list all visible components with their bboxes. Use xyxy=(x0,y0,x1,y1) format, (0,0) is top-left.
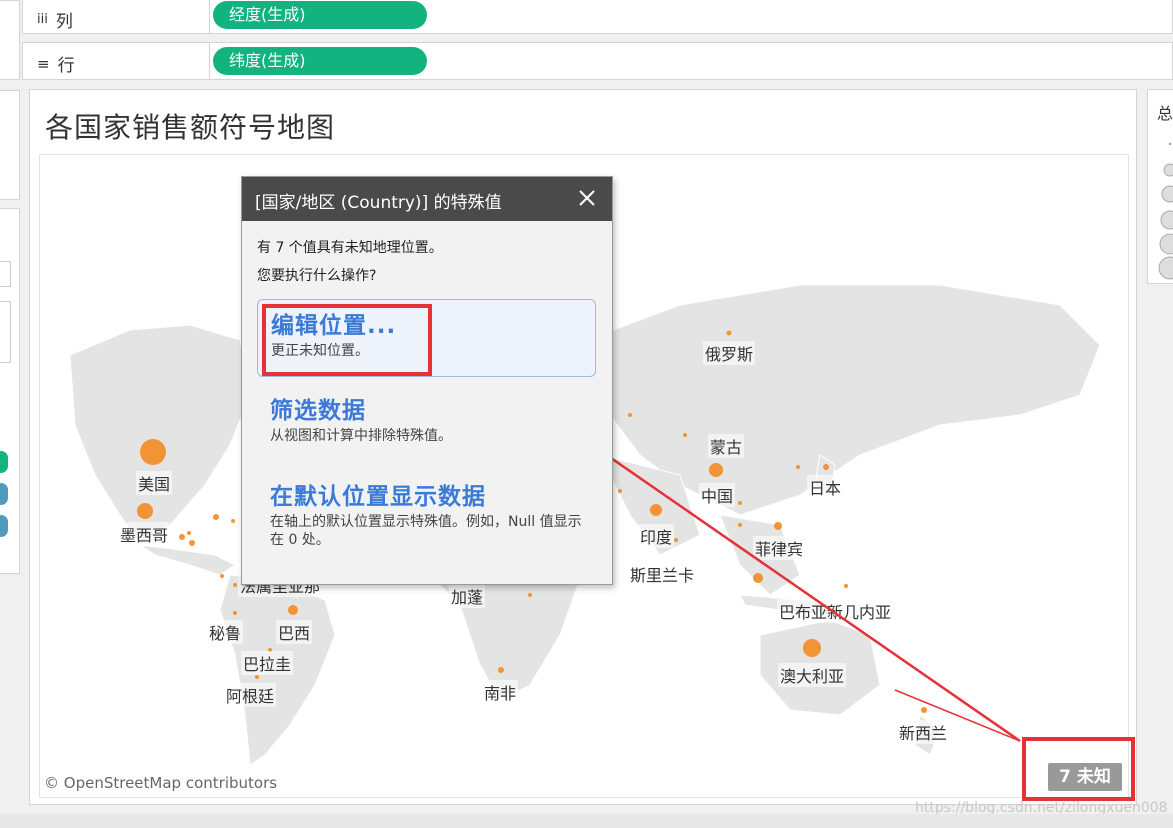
show-default-location-option[interactable]: 在默认位置显示数据 在轴上的默认位置显示特殊值。例如，Null 值显示在 0 处… xyxy=(257,471,596,555)
label-peru: 秘鲁 xyxy=(207,620,244,644)
rows-shelf-label: ≡ 行 xyxy=(37,54,75,77)
left-panel-strip xyxy=(0,0,22,828)
marker-brazil xyxy=(288,605,298,615)
marker-japan xyxy=(823,464,829,470)
marker-png xyxy=(844,584,848,588)
label-russia: 俄罗斯 xyxy=(703,341,756,365)
marker-indonesia xyxy=(753,573,763,583)
filter-data-desc: 从视图和计算中排除特殊值。 xyxy=(270,428,452,444)
left-dropdown[interactable] xyxy=(0,261,11,287)
marker-india xyxy=(650,504,662,516)
marker-central-am-2 xyxy=(189,540,195,546)
columns-icon: iii xyxy=(37,12,48,27)
filter-data-title: 筛选数据 xyxy=(270,398,366,424)
marker-peru xyxy=(233,611,237,615)
highlight-box-edit-locations xyxy=(262,304,432,376)
label-australia: 澳大利亚 xyxy=(778,663,847,687)
marker-mexico xyxy=(137,503,153,519)
marker-se-asia xyxy=(738,523,742,527)
left-toggle-green[interactable] xyxy=(0,451,8,473)
marker-russia xyxy=(726,330,732,336)
special-values-dialog: [国家/地区 (Country)] 的特殊值 有 7 个值具有未知地理位置。 您… xyxy=(241,176,613,585)
dialog-header: [国家/地区 (Country)] 的特殊值 xyxy=(242,177,612,221)
label-japan: 日本 xyxy=(807,475,844,499)
highlight-box-unknown xyxy=(1022,737,1135,801)
close-icon[interactable] xyxy=(576,187,598,209)
label-paraguay: 巴拉圭 xyxy=(241,651,294,675)
label-india: 印度 xyxy=(638,524,675,548)
label-usa: 美国 xyxy=(136,471,173,495)
left-toggle-blue-1[interactable] xyxy=(0,483,8,505)
left-panel-card-top xyxy=(0,0,20,80)
marker-caribbean-1 xyxy=(213,514,219,520)
marker-caribbean-3 xyxy=(187,531,191,535)
show-default-location-desc: 在轴上的默认位置显示特殊值。例如，Null 值显示在 0 处。 xyxy=(270,514,582,548)
marker-argentina xyxy=(255,675,259,679)
label-new-zealand: 新西兰 xyxy=(897,720,950,744)
marker-sri-lanka xyxy=(674,538,678,542)
label-brazil: 巴西 xyxy=(276,620,313,644)
label-south-africa: 南非 xyxy=(482,680,519,704)
dialog-title: [国家/地区 (Country)] 的特殊值 xyxy=(255,193,502,213)
rows-icon: ≡ xyxy=(37,54,50,73)
left-list-box[interactable] xyxy=(0,301,11,363)
marker-central-am-1 xyxy=(179,534,185,540)
size-legend: 总 xyxy=(1147,89,1173,284)
dialog-body: 有 7 个值具有未知地理位置。 您要执行什么操作? 编辑位置... 更正未知位置… xyxy=(242,221,612,584)
show-default-location-title: 在默认位置显示数据 xyxy=(270,484,486,510)
marker-korea xyxy=(796,465,800,469)
marker-south-africa xyxy=(498,667,504,673)
label-mexico: 墨西哥 xyxy=(118,522,171,546)
marker-eastasia-2 xyxy=(738,501,742,505)
dialog-message-1: 有 7 个值具有未知地理位置。 xyxy=(257,240,443,256)
marker-new-zealand xyxy=(921,707,927,713)
columns-shelf-label: iii 列 xyxy=(37,12,73,32)
rows-shelf: ≡ 行 纬度(生成) xyxy=(22,42,1173,80)
marker-africa-1 xyxy=(528,593,532,597)
label-philippines: 菲律宾 xyxy=(753,536,806,560)
label-china: 中国 xyxy=(699,483,736,507)
marker-south-america-2 xyxy=(233,583,237,587)
left-toggle-blue-2[interactable] xyxy=(0,515,8,537)
left-panel-card-bottom xyxy=(0,208,20,574)
marker-africa-2 xyxy=(618,489,622,493)
label-argentina: 阿根廷 xyxy=(224,683,277,707)
label-gabon: 加蓬 xyxy=(449,584,486,608)
marker-south-america-1 xyxy=(220,574,224,578)
marker-australia xyxy=(803,639,821,657)
legend-size-circles xyxy=(1158,142,1173,280)
left-panel-card-middle xyxy=(0,90,20,200)
sheet-title: 各国家销售额符号地图 xyxy=(45,111,336,144)
columns-shelf: iii 列 经度(生成) xyxy=(22,0,1173,34)
marker-china xyxy=(709,463,723,477)
label-sri-lanka: 斯里兰卡 xyxy=(628,562,697,586)
marker-usa xyxy=(140,439,166,465)
filter-data-option[interactable]: 筛选数据 从视图和计算中排除特殊值。 xyxy=(257,385,596,451)
latitude-pill[interactable]: 纬度(生成) xyxy=(213,47,427,75)
marker-africa-3 xyxy=(628,413,632,417)
dialog-message-2: 您要执行什么操作? xyxy=(257,268,377,284)
label-papua-new-guinea: 巴布亚新几内亚 xyxy=(777,599,894,623)
longitude-pill[interactable]: 经度(生成) xyxy=(213,1,427,29)
marker-philippines xyxy=(774,522,782,530)
marker-eastasia-1 xyxy=(683,433,687,437)
bottom-scroll-strip[interactable] xyxy=(0,814,1173,828)
marker-caribbean-2 xyxy=(231,519,235,523)
legend-title: 总 xyxy=(1157,104,1173,123)
label-mongolia: 蒙古 xyxy=(708,434,745,458)
map-attribution[interactable]: © OpenStreetMap contributors xyxy=(44,774,277,792)
